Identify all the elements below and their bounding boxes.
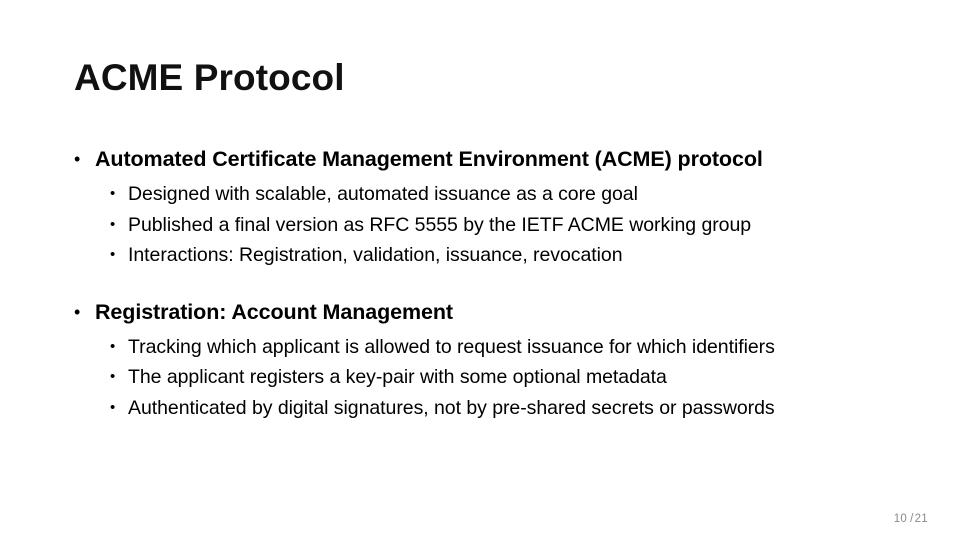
bullet-group: • Registration: Account Management • Tra… [74,296,886,424]
bullet-group: • Automated Certificate Management Envir… [74,143,886,271]
bullet-marker-icon: • [74,301,81,322]
bullet-marker-icon: • [110,185,116,202]
bullet-marker-icon: • [110,215,116,233]
bullet-level2: • Designed with scalable, automated issu… [74,179,886,210]
bullet-level1: • Registration: Account Management [74,296,886,329]
bullet-level2: • The applicant registers a key-pair wit… [74,362,886,393]
bullet-marker-icon: • [110,246,116,263]
page-indicator: 10/21 [894,512,928,526]
bullet-level2-text: Tracking which applicant is allowed to r… [128,335,775,358]
bullet-level2: • Published a final version as RFC 5555 … [74,210,886,241]
bullet-sublist: • Tracking which applicant is allowed to… [74,332,886,424]
current-page-number: 10 [893,513,908,525]
slide-body: • Automated Certificate Management Envir… [74,143,886,423]
bullet-marker-icon: • [110,368,116,385]
slide: ACME Protocol • Automated Certificate Ma… [0,0,960,540]
bullet-level1: • Automated Certificate Management Envir… [74,143,886,176]
bullet-level2: • Interactions: Registration, validation… [74,240,886,271]
bullet-level2-text: Designed with scalable, automated issuan… [128,183,638,205]
page-separator: / [910,513,914,525]
total-page-count: 21 [914,513,928,525]
bullet-marker-icon: • [74,149,81,169]
bullet-level2-text: The applicant registers a key-pair with … [128,366,667,388]
page-title: ACME Protocol [74,57,345,98]
bullet-level2-text: Published a final version as RFC 5555 by… [128,213,752,236]
bullet-sublist: • Designed with scalable, automated issu… [74,179,886,271]
bullet-marker-icon: • [110,398,116,416]
bullet-level2: • Tracking which applicant is allowed to… [74,332,886,363]
bullet-level2: • Authenticated by digital signatures, n… [74,393,886,424]
bullet-level2-text: Interactions: Registration, validation, … [128,244,623,266]
bullet-marker-icon: • [110,337,116,355]
bullet-level1-text: Registration: Account Management [95,299,453,324]
bullet-level2-text: Authenticated by digital signatures, not… [128,396,775,419]
bullet-level1-text: Automated Certificate Management Environ… [95,147,763,171]
